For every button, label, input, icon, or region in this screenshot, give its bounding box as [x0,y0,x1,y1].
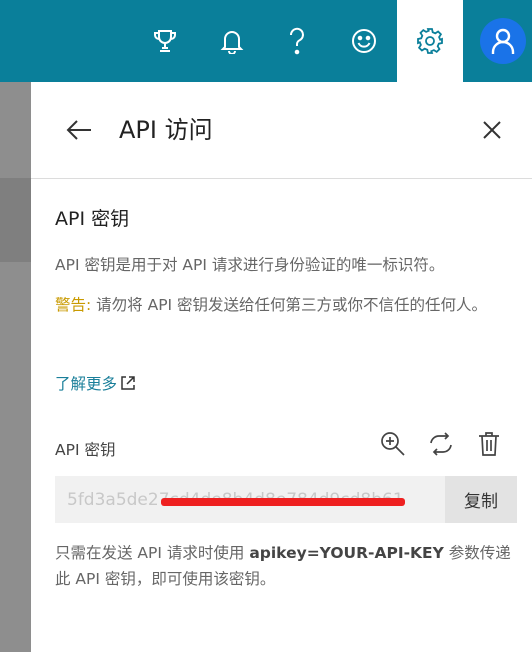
api-key-field[interactable]: 5fd3a5de27cd4de8b4d8e784d9cd8b61 [55,476,445,523]
usage-note-prefix: 只需在发送 API 请求时使用 [55,544,250,562]
user-avatar-icon[interactable] [480,18,526,64]
delete-icon[interactable] [473,428,505,460]
usage-note-param: apikey=YOUR-API-KEY [249,544,444,562]
zoom-in-icon[interactable] [377,428,409,460]
warning-message: 警告: 请勿将 API 密钥发送给任何第三方或你不信任的任何人。 [55,292,515,318]
back-arrow-icon[interactable] [61,112,97,148]
warning-text: 请勿将 API 密钥发送给任何第三方或你不信任的任何人。 [91,296,488,314]
warning-label: 警告: [55,296,92,314]
gear-icon[interactable] [397,0,463,82]
api-access-panel: API 访问 API 密钥 API 密钥是用于对 API 请求进行身份验证的唯一… [31,82,532,652]
section-title: API 密钥 [55,208,130,230]
panel-header: API 访问 [31,82,532,179]
redaction-mark [161,498,405,506]
copy-button[interactable]: 复制 [445,476,517,523]
panel-title: API 访问 [119,116,213,144]
close-icon[interactable] [474,112,510,148]
regenerate-icon[interactable] [425,428,457,460]
background-overlay [0,82,31,652]
trophy-icon[interactable] [132,0,198,82]
usage-note: 只需在发送 API 请求时使用 apikey=YOUR-API-KEY 参数传递… [55,540,520,592]
bell-icon[interactable] [199,0,265,82]
top-navigation-bar [0,0,532,82]
learn-more-link[interactable]: 了解更多 [55,372,136,394]
api-key-description: API 密钥是用于对 API 请求进行身份验证的唯一标识符。 [55,256,445,274]
api-key-actions [377,428,505,460]
background-overlay-band [0,178,31,262]
external-link-icon [121,376,135,390]
learn-more-label: 了解更多 [55,375,118,393]
smiley-icon[interactable] [331,0,397,82]
api-key-label: API 密钥 [55,441,116,459]
help-icon[interactable] [264,0,330,82]
api-key-row: 5fd3a5de27cd4de8b4d8e784d9cd8b61 复制 [55,476,517,523]
